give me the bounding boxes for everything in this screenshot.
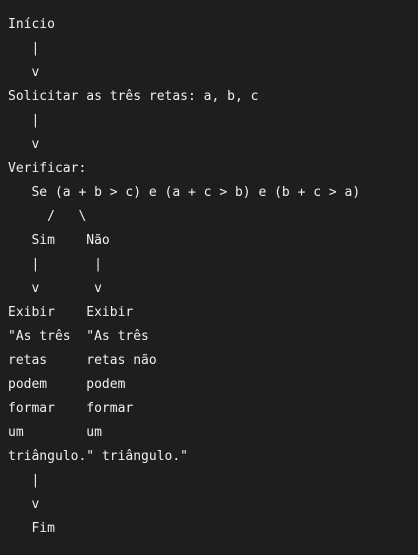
- line-message-1: "As três "As três: [8, 329, 149, 344]
- line-message-3: podem podem: [8, 377, 126, 392]
- line-branch-arrows: v v: [8, 281, 102, 296]
- line-arrow-pipe: |: [8, 41, 40, 56]
- line-message-2: retas retas não: [8, 353, 157, 368]
- line-arrow-head: v: [8, 497, 40, 512]
- line-fim: Fim: [8, 521, 55, 536]
- line-message-4: formar formar: [8, 401, 134, 416]
- line-exibir: Exibir Exibir: [8, 305, 134, 320]
- line-verificar: Verificar:: [8, 161, 87, 176]
- line-message-5: um um: [8, 425, 102, 440]
- line-inicio: Início: [8, 17, 55, 32]
- line-arrow-head: v: [8, 137, 40, 152]
- flowchart-text-block: Início | v Solicitar as três retas: a, b…: [0, 0, 418, 555]
- line-branch-labels: Sim Não: [8, 233, 110, 248]
- line-branch-pipes: | |: [8, 257, 102, 272]
- line-arrow-pipe: |: [8, 113, 40, 128]
- line-solicitar: Solicitar as três retas: a, b, c: [8, 89, 259, 104]
- line-branch-split: / \: [8, 209, 87, 224]
- line-arrow-head: v: [8, 65, 40, 80]
- line-arrow-pipe: |: [8, 473, 40, 488]
- line-condition: Se (a + b > c) e (a + c > b) e (b + c > …: [8, 185, 361, 200]
- line-message-6: triângulo." triângulo.": [8, 449, 189, 464]
